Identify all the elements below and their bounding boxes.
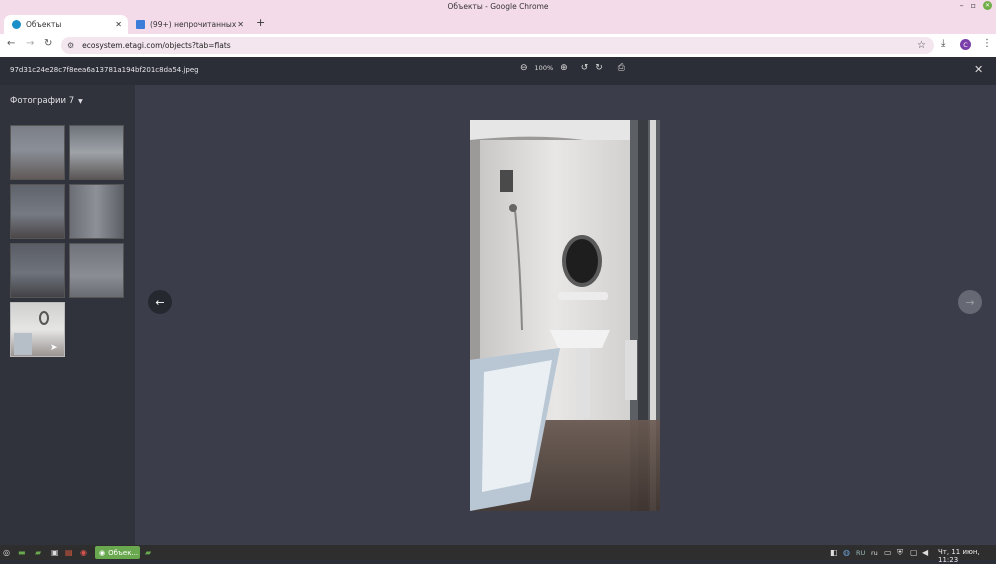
photo-thumbnail[interactable] bbox=[69, 243, 124, 298]
zoom-in-icon[interactable]: ⊕ bbox=[560, 63, 568, 73]
chrome-taskbar-icon[interactable]: ◉ bbox=[80, 547, 87, 558]
rotate-right-icon[interactable]: ↻ bbox=[595, 63, 603, 73]
keyboard-layout-short[interactable]: ru bbox=[871, 547, 878, 558]
browser-toolbar: ← → ↻ ⚙ ecosystem.etagi.com/objects?tab=… bbox=[0, 34, 996, 57]
address-bar[interactable]: ⚙ ecosystem.etagi.com/objects?tab=flats … bbox=[61, 37, 934, 54]
rotate-left-icon[interactable]: ↺ bbox=[581, 63, 589, 73]
zoom-level: 100% bbox=[534, 64, 554, 72]
mirror-shape bbox=[39, 311, 49, 325]
etagi-favicon-icon bbox=[12, 20, 21, 29]
keyboard-layout-indicator[interactable]: RU bbox=[856, 547, 865, 558]
viewer-toolbar: 97d31c24e28c7f8eea6a13781a194bf201c8da54… bbox=[0, 57, 996, 85]
window-controls: – ▫ ✕ bbox=[960, 1, 992, 10]
taskbar-app-label: Объек... bbox=[108, 548, 139, 557]
close-tab-icon[interactable]: ✕ bbox=[237, 20, 244, 29]
photos-dropdown[interactable]: Фотографии 7 ▼ bbox=[10, 96, 83, 106]
forward-icon[interactable]: → bbox=[26, 38, 34, 49]
print-icon[interactable]: ⎙ bbox=[618, 63, 625, 73]
shield-icon[interactable]: ⛨ bbox=[897, 547, 903, 558]
files-icon[interactable]: ▰ bbox=[35, 547, 41, 558]
bathroom-photo-illustration bbox=[470, 120, 660, 511]
close-tab-icon[interactable]: ✕ bbox=[115, 20, 122, 29]
reload-icon[interactable]: ↻ bbox=[44, 38, 52, 49]
window-title: Объекты - Google Chrome bbox=[447, 2, 549, 11]
photo-sidebar: Фотографии 7 ▼ ➤ bbox=[0, 85, 135, 547]
bookmark-star-icon[interactable]: ☆ bbox=[917, 40, 926, 51]
terminal-icon[interactable]: ▣ bbox=[51, 547, 59, 558]
previous-photo-button[interactable]: ← bbox=[148, 290, 172, 314]
close-viewer-icon[interactable]: ✕ bbox=[974, 63, 983, 76]
zoom-out-icon[interactable]: ⊖ bbox=[520, 63, 528, 73]
chrome-small-icon: ◉ bbox=[99, 548, 106, 557]
volume-icon[interactable]: ◀ bbox=[922, 547, 928, 558]
arrow-right-icon: → bbox=[965, 295, 975, 309]
menu-dots-icon[interactable]: ⋮ bbox=[982, 38, 992, 49]
download-icon[interactable]: ⤓ bbox=[941, 38, 945, 49]
tray-app-icon[interactable]: ◧ bbox=[830, 547, 838, 558]
restore-icon[interactable]: ▫ bbox=[971, 1, 976, 10]
display-icon[interactable]: ▢ bbox=[910, 547, 918, 558]
mail-favicon-icon bbox=[136, 20, 145, 29]
main-photo bbox=[470, 120, 660, 511]
photo-thumbnail[interactable] bbox=[10, 243, 65, 298]
system-clock[interactable]: Чт, 11 июн, 11:23 bbox=[938, 548, 996, 564]
show-desktop-icon[interactable]: ▬ bbox=[18, 547, 26, 558]
minimize-icon[interactable]: – bbox=[960, 1, 964, 10]
url-text: ecosystem.etagi.com/objects?tab=flats bbox=[82, 41, 231, 50]
back-icon[interactable]: ← bbox=[7, 38, 15, 49]
close-window-icon[interactable]: ✕ bbox=[983, 1, 992, 10]
next-photo-button[interactable]: → bbox=[958, 290, 982, 314]
new-tab-icon[interactable]: + bbox=[256, 16, 265, 29]
arrow-left-icon: ← bbox=[155, 295, 165, 309]
profile-avatar[interactable]: C bbox=[960, 39, 971, 50]
photo-thumbnail[interactable] bbox=[69, 125, 124, 180]
photo-thumbnail[interactable] bbox=[10, 184, 65, 239]
tab-label: Объекты bbox=[26, 20, 62, 29]
caret-down-icon: ▼ bbox=[78, 97, 83, 105]
tab-unread[interactable]: (99+) непрочитанных ✕ bbox=[128, 15, 250, 34]
window-titlebar: Объекты - Google Chrome – ▫ ✕ bbox=[0, 0, 996, 13]
tab-objects[interactable]: Объекты ✕ bbox=[4, 15, 128, 34]
start-menu-icon[interactable]: ◎ bbox=[3, 547, 10, 558]
photo-thumbnail[interactable] bbox=[69, 184, 124, 239]
photo-thumbnail[interactable] bbox=[10, 125, 65, 180]
viewer-tools: ⊖ 100% ⊕ ↺ ↻ ⎙ bbox=[520, 63, 625, 73]
photos-title: Фотографии 7 bbox=[10, 96, 75, 106]
bathtub-shape bbox=[14, 333, 32, 355]
tab-label: (99+) непрочитанных bbox=[150, 20, 237, 29]
tab-strip: Объекты ✕ (99+) непрочитанных ✕ bbox=[0, 13, 996, 34]
image-filename: 97d31c24e28c7f8eea6a13781a194bf201c8da54… bbox=[10, 66, 199, 74]
tray-network-icon[interactable]: ◍ bbox=[843, 547, 850, 558]
site-info-icon[interactable]: ⚙ bbox=[67, 41, 74, 50]
mouse-cursor-icon: ➤ bbox=[50, 343, 58, 353]
taskbar-app-chrome[interactable]: ◉ Объек... bbox=[95, 546, 140, 559]
os-taskbar: ◎ ▬ ▰ ▣ ▤ ◉ ◉ Объек... ▰ ◧ ◍ RU ru ▭ ⛨ ▢… bbox=[0, 545, 996, 564]
app-launcher-icon[interactable]: ▤ bbox=[65, 547, 73, 558]
folder-taskbar-icon[interactable]: ▰ bbox=[145, 547, 151, 558]
clipboard-icon[interactable]: ▭ bbox=[884, 547, 892, 558]
